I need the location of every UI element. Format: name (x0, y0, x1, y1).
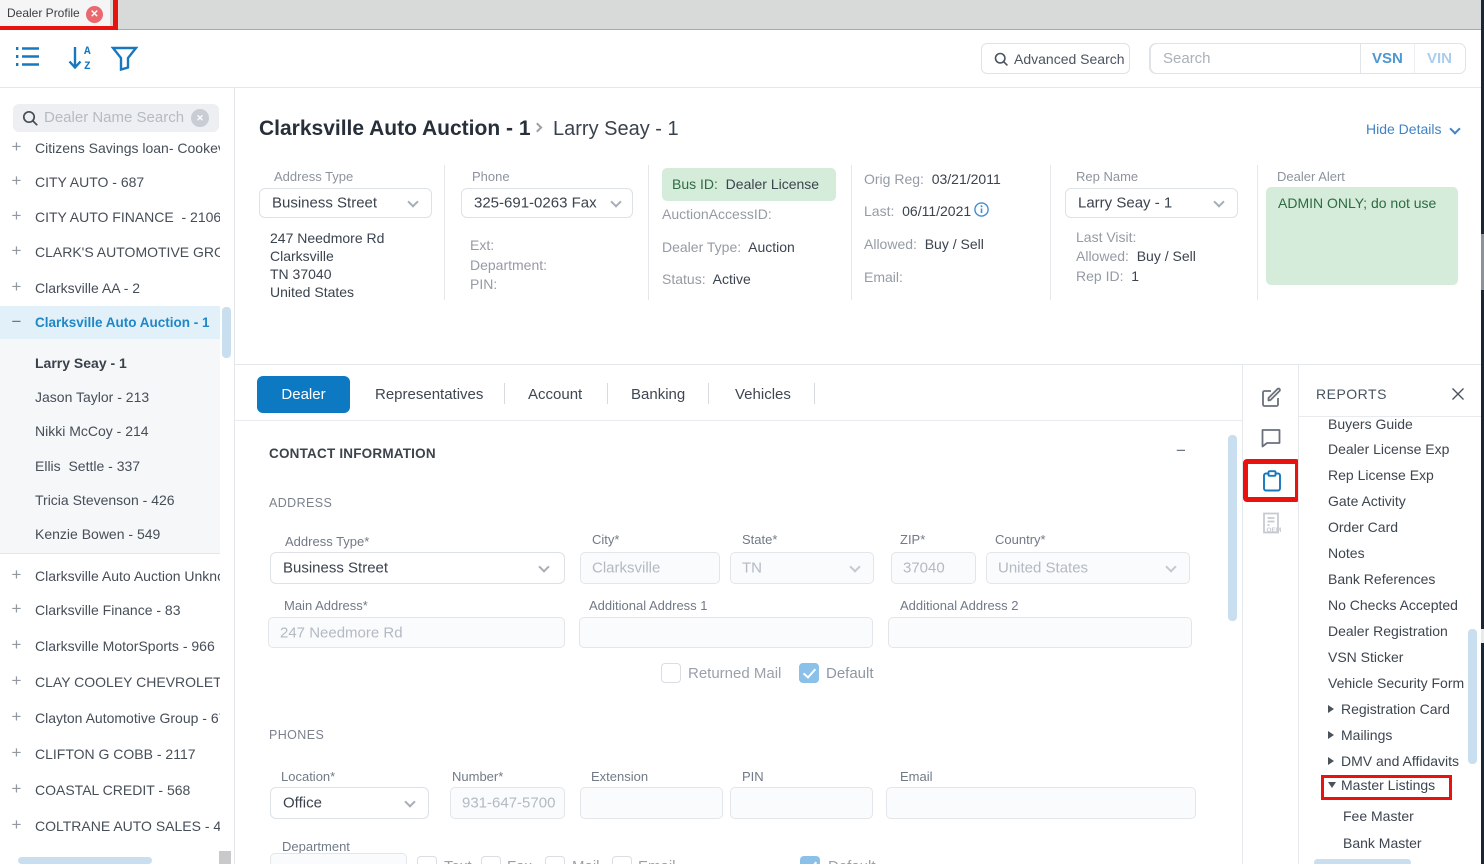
svg-text:A: A (84, 46, 91, 58)
svg-text:Z: Z (84, 61, 91, 73)
svg-text:OEM: OEM (1267, 527, 1282, 534)
